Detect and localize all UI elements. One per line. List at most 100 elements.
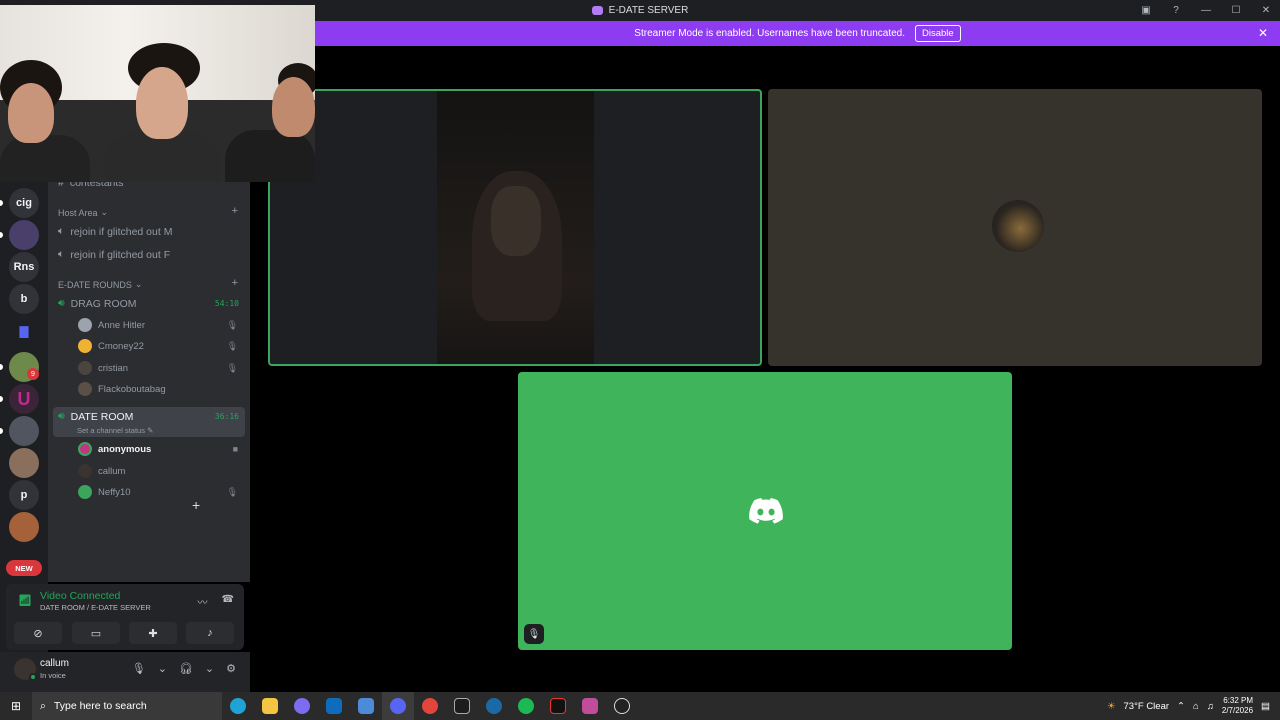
volume-icon[interactable]: ♫ — [1207, 701, 1214, 712]
spotify-icon[interactable] — [510, 692, 542, 720]
chevron-down-icon[interactable]: ⌄ — [158, 662, 167, 675]
window-controls: ▣ ? — ☐ ✕ — [1140, 0, 1272, 21]
user-panel: callum In voice 🎙︎ ⌄ 🎧︎ ⌄ ⚙ — [0, 652, 250, 692]
voice-actions: 〰 ☎ — [198, 594, 234, 609]
obs-icon[interactable] — [606, 692, 638, 720]
camera-off-icon: ⊘ — [33, 627, 43, 640]
speaker-active-icon: 🔊︎ — [58, 297, 65, 309]
category-edate-rounds[interactable]: E-DATE ROUNDS ⌄ — [58, 279, 142, 290]
screen-share-icon: ▭ — [90, 627, 102, 640]
avatar — [78, 339, 92, 353]
epic-games-icon[interactable] — [446, 692, 478, 720]
channel-rejoin-m[interactable]: 🔈︎ rejoin if glitched out M — [58, 225, 172, 238]
voice-status-subtitle[interactable]: DATE ROOM / E-DATE SERVER — [40, 603, 151, 612]
video-frame-face — [491, 186, 541, 256]
taskbar-search[interactable]: ⌕ Type here to search — [32, 692, 222, 720]
username[interactable]: callum — [40, 658, 69, 669]
weather-text[interactable]: 73°F Clear — [1124, 701, 1170, 712]
add-channel-button[interactable]: + — [232, 205, 238, 217]
search-icon: ⌕ — [40, 699, 46, 712]
video-tile-participant[interactable] — [768, 89, 1262, 366]
discord-window: E-DATE SERVER ▣ ? — ☐ ✕ Streamer Mode is… — [0, 0, 1280, 720]
voice-member[interactable]: cristian — [78, 361, 128, 375]
help-icon[interactable]: ? — [1170, 5, 1182, 16]
voice-member[interactable]: Anne Hitler — [78, 318, 145, 332]
server-avatar-icon[interactable] — [9, 512, 39, 542]
unread-pill — [0, 200, 3, 206]
server-icon-cig[interactable]: cig — [9, 188, 39, 218]
channel-drag-room[interactable]: 🔊︎ DRAG ROOM — [58, 297, 137, 310]
server-logo-u-icon[interactable]: U — [9, 384, 39, 414]
soundboard-button[interactable]: ♪ — [186, 622, 234, 644]
unread-pill — [0, 364, 3, 370]
headphones-icon[interactable]: 🎧︎ — [179, 662, 193, 675]
video-tile-anonymous[interactable] — [268, 89, 762, 366]
inbox-icon[interactable]: ▣ — [1140, 5, 1152, 16]
add-channel-button[interactable]: + — [232, 277, 238, 289]
person-center — [105, 133, 220, 182]
signal-icon[interactable]: 📶︎ — [18, 594, 32, 608]
category-host-area[interactable]: Host Area ⌄ — [58, 207, 108, 218]
game-app-icon[interactable] — [574, 692, 606, 720]
voice-member[interactable]: Neffy10 — [78, 485, 131, 499]
server-car-icon[interactable] — [9, 416, 39, 446]
chevron-down-icon[interactable]: ⌄ — [205, 662, 214, 675]
capcut-icon[interactable] — [542, 692, 574, 720]
channel-status[interactable]: Set a channel status ✎ — [77, 426, 153, 435]
copilot-icon[interactable] — [286, 692, 318, 720]
windows-start-icon[interactable]: ⊞ — [0, 692, 32, 720]
server-icon-rns[interactable]: Rns — [9, 252, 39, 282]
server-partial-icon[interactable] — [9, 544, 39, 556]
weather-icon[interactable]: ☀ — [1107, 701, 1116, 712]
webcam-overlay — [0, 5, 315, 182]
crosshair-cursor-icon: + — [192, 497, 201, 513]
edge-icon[interactable] — [222, 692, 254, 720]
new-badge[interactable]: NEW — [6, 560, 42, 576]
server-avatar-icon[interactable] — [9, 448, 39, 478]
voice-member[interactable]: callum — [78, 464, 125, 478]
avatar — [78, 382, 92, 396]
discord-taskbar-icon[interactable] — [382, 692, 414, 720]
steam-icon[interactable] — [478, 692, 510, 720]
voice-member[interactable]: Flackoboutabag — [78, 382, 166, 396]
close-window-button[interactable]: ✕ — [1260, 5, 1272, 16]
user-controls: 🎙︎ ⌄ 🎧︎ ⌄ ⚙ — [132, 662, 236, 675]
unread-pill — [0, 428, 3, 434]
outlook-icon[interactable] — [318, 692, 350, 720]
person-center-face — [136, 67, 188, 139]
activities-button[interactable]: ✚ — [129, 622, 177, 644]
gear-icon[interactable]: ⚙ — [226, 662, 236, 675]
disconnect-icon[interactable]: ☎ — [222, 594, 234, 609]
server-avatar-icon[interactable] — [9, 220, 39, 250]
network-icon[interactable]: ⌂ — [1193, 701, 1199, 712]
person-left-face — [8, 83, 54, 143]
system-tray: ☀ 73°F Clear ⌃ ⌂ ♫ 6:32 PM 2/7/2026 ▤ — [1107, 692, 1280, 720]
store-icon[interactable] — [350, 692, 382, 720]
file-explorer-icon[interactable] — [254, 692, 286, 720]
drag-room-timer: 54:10 — [214, 299, 239, 308]
channel-sidebar: # contestants Host Area ⌄ + 🔈︎ rejoin if… — [48, 177, 250, 582]
channel-rejoin-f[interactable]: 🔈︎ rejoin if glitched out F — [58, 248, 170, 261]
video-tile-neffy10[interactable]: 🎙︎ — [518, 372, 1012, 650]
noise-suppression-icon[interactable]: 〰 — [198, 594, 208, 609]
banner-close-icon[interactable]: ✕ — [1258, 26, 1268, 40]
tray-overflow-icon[interactable]: ⌃ — [1177, 701, 1185, 712]
minimize-button[interactable]: — — [1200, 5, 1212, 16]
server-icon-b[interactable]: b — [9, 284, 39, 314]
camera-button[interactable]: ⊘ — [14, 622, 62, 644]
voice-member[interactable]: anonymous — [78, 442, 151, 456]
discord-logo-icon — [591, 6, 603, 15]
server-icon-p[interactable]: p — [9, 480, 39, 510]
muted-mic-icon: 🎙︎ — [524, 624, 544, 644]
folder-icon[interactable]: ▇ — [9, 316, 39, 346]
disable-streamer-mode-button[interactable]: Disable — [915, 25, 961, 42]
voice-status-title[interactable]: Video Connected — [40, 590, 120, 602]
clock[interactable]: 6:32 PM 2/7/2026 — [1222, 696, 1253, 716]
voice-member[interactable]: Cmoney22 — [78, 339, 144, 353]
microphone-icon[interactable]: 🎙︎ — [132, 662, 146, 675]
notifications-icon[interactable]: ▤ — [1261, 701, 1270, 712]
screen-share-button[interactable]: ▭ — [72, 622, 120, 644]
channel-date-room[interactable]: 🔊︎ DATE ROOM — [58, 410, 133, 423]
chrome-icon[interactable] — [414, 692, 446, 720]
maximize-button[interactable]: ☐ — [1230, 5, 1242, 16]
